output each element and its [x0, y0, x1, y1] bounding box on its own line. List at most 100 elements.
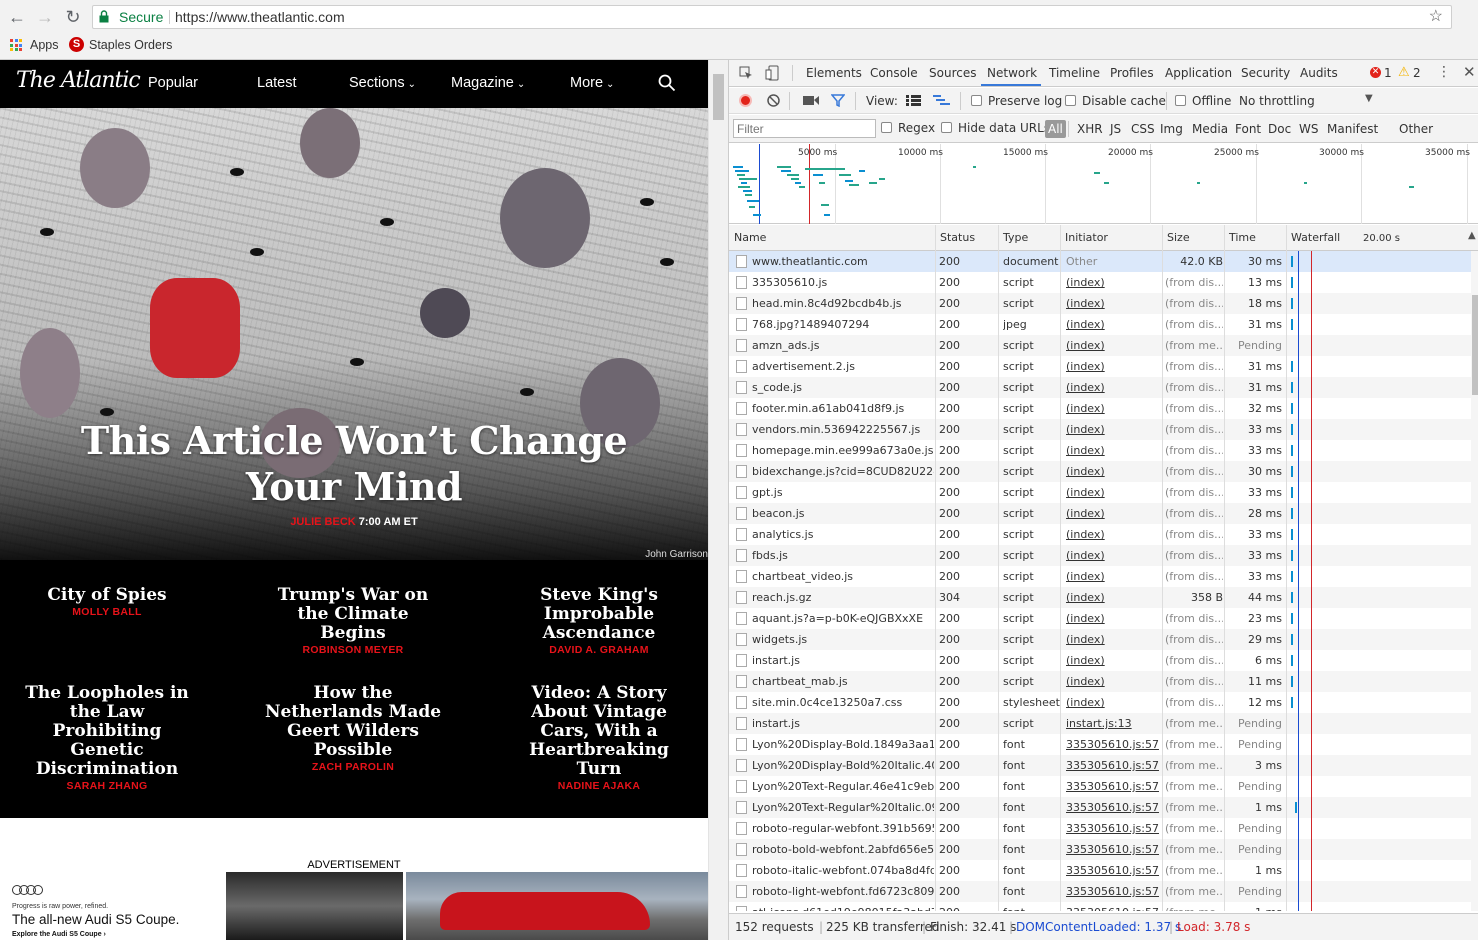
record-icon[interactable] [739, 94, 752, 107]
story-card[interactable]: How the Netherlands Made Geert Wilders P… [246, 684, 460, 774]
disable-cache-label[interactable]: Disable cache [1082, 94, 1166, 108]
waterfall-bar[interactable] [1291, 277, 1293, 288]
request-row[interactable]: roboto-italic-webfont.074ba8d4fda... 200 f… [729, 860, 1471, 881]
request-name[interactable]: advertisement.2.js [752, 356, 934, 377]
request-initiator[interactable]: 335305610.js:57 [1066, 881, 1162, 902]
request-row[interactable]: atl-icons.d61ed19e98015fa3abd7ab... 200 fo… [729, 902, 1471, 911]
story-title[interactable]: How the Netherlands Made Geert Wilders P… [246, 684, 460, 760]
hide-data-urls-checkbox[interactable] [941, 122, 952, 133]
request-name[interactable]: Lyon%20Text-Regular%20Italic.096... [752, 797, 934, 818]
request-row[interactable]: widgets.js 200 script (index) (from dis... 29… [729, 629, 1471, 650]
waterfall-bar[interactable] [1291, 319, 1293, 330]
request-initiator[interactable]: (index) [1066, 692, 1162, 713]
offline-label[interactable]: Offline [1192, 94, 1231, 108]
request-name[interactable]: chartbeat_mab.js [752, 671, 934, 692]
hero-headline[interactable]: This Article Won’t Change Your Mind [60, 418, 648, 510]
story-author[interactable]: ZACH PAROLIN [246, 761, 460, 773]
scrollbar-thumb[interactable] [1472, 295, 1478, 395]
search-icon[interactable] [658, 74, 676, 92]
filter-type-xhr[interactable]: XHR [1077, 122, 1103, 136]
filter-type-js[interactable]: JS [1110, 122, 1121, 136]
request-initiator[interactable]: (index) [1066, 314, 1162, 335]
request-row[interactable]: Lyon%20Text-Regular.46e41c9eb0d... 200 fon… [729, 776, 1471, 797]
waterfall-bar[interactable] [1291, 403, 1293, 414]
request-initiator[interactable]: (index) [1066, 419, 1162, 440]
preserve-log-checkbox[interactable] [971, 95, 982, 106]
request-name[interactable]: amzn_ads.js [752, 335, 934, 356]
request-name[interactable]: Lyon%20Display-Bold.1849a3aa1ae... [752, 734, 934, 755]
error-count[interactable]: 1 [1384, 66, 1392, 80]
sort-arrow-icon[interactable]: ▲ [1468, 230, 1476, 241]
request-initiator[interactable]: (index) [1066, 440, 1162, 461]
request-row[interactable]: analytics.js 200 script (index) (from dis...… [729, 524, 1471, 545]
request-initiator[interactable]: (index) [1066, 398, 1162, 419]
network-overview-timeline[interactable]: 5000 ms 10000 ms 15000 ms 20000 ms 25000… [729, 144, 1478, 224]
request-name[interactable]: head.min.8c4d92bcdb4b.js [752, 293, 934, 314]
column-size[interactable]: Size [1167, 231, 1190, 244]
disable-cache-checkbox[interactable] [1065, 95, 1076, 106]
story-author[interactable]: MOLLY BALL [0, 606, 214, 618]
address-bar[interactable]: Secure https://www.theatlantic.com ☆ [92, 5, 1452, 29]
request-initiator[interactable]: 335305610.js:57 [1066, 860, 1162, 881]
waterfall-bar[interactable] [1291, 676, 1293, 687]
request-name[interactable]: instart.js [752, 650, 934, 671]
request-name[interactable]: s_code.js [752, 377, 934, 398]
request-name[interactable]: 335305610.js [752, 272, 934, 293]
inspect-element-icon[interactable] [739, 66, 753, 80]
request-row[interactable]: Lyon%20Text-Regular%20Italic.096... 200 fo… [729, 797, 1471, 818]
request-row[interactable]: Lyon%20Display-Bold.1849a3aa1ae... 200 fon… [729, 734, 1471, 755]
warning-icon[interactable]: ⚠ [1398, 65, 1410, 80]
tab-sources[interactable]: Sources [929, 66, 976, 80]
tab-audits[interactable]: Audits [1300, 66, 1338, 80]
nav-popular[interactable]: Popular [148, 75, 198, 91]
story-card[interactable]: Steve King's Improbable Ascendance DAVID… [492, 586, 706, 657]
request-row[interactable]: homepage.min.ee999a673a0e.js 200 script (in… [729, 440, 1471, 461]
nav-more[interactable]: More ⌄ [570, 75, 614, 91]
waterfall-bar[interactable] [1291, 634, 1293, 645]
request-name[interactable]: site.min.0c4ce13250a7.css [752, 692, 934, 713]
waterfall-bar[interactable] [1291, 550, 1293, 561]
request-initiator[interactable]: 335305610.js:57 [1066, 755, 1162, 776]
request-initiator[interactable]: (index) [1066, 293, 1162, 314]
story-author[interactable]: DAVID A. GRAHAM [492, 644, 706, 656]
hero-author[interactable]: JULIE BECK [290, 516, 355, 528]
request-name[interactable]: aquant.js?a=p-b0K-eQJGBXxXE [752, 608, 934, 629]
request-row[interactable]: chartbeat_mab.js 200 script (index) (from di… [729, 671, 1471, 692]
nav-latest[interactable]: Latest [257, 75, 297, 91]
request-name[interactable]: 768.jpg?1489407294 [752, 314, 934, 335]
request-initiator[interactable]: 335305610.js:57 [1066, 797, 1162, 818]
filter-type-css[interactable]: CSS [1131, 122, 1155, 136]
nav-sections[interactable]: Sections ⌄ [349, 75, 416, 91]
waterfall-bar[interactable] [1291, 508, 1293, 519]
request-name[interactable]: fbds.js [752, 545, 934, 566]
request-name[interactable]: roboto-bold-webfont.2abfd656e53... [752, 839, 934, 860]
filter-type-ws[interactable]: WS [1299, 122, 1318, 136]
request-name[interactable]: homepage.min.ee999a673a0e.js [752, 440, 934, 461]
error-icon[interactable]: ✕ [1370, 67, 1381, 78]
site-logo[interactable]: The Atlantic [16, 68, 141, 93]
request-row[interactable]: 768.jpg?1489407294 200 jpeg (index) (from di… [729, 314, 1471, 335]
waterfall-bar[interactable] [1291, 487, 1293, 498]
column-waterfall[interactable]: Waterfall [1291, 231, 1340, 244]
request-name[interactable]: roboto-italic-webfont.074ba8d4fda... [752, 860, 934, 881]
capture-screenshots-icon[interactable] [803, 95, 819, 106]
request-row[interactable]: site.min.0c4ce13250a7.css 200 stylesheet (i… [729, 692, 1471, 713]
request-initiator[interactable]: instart.js:13 [1066, 713, 1162, 734]
request-name[interactable]: chartbeat_video.js [752, 566, 934, 587]
request-initiator[interactable]: (index) [1066, 503, 1162, 524]
request-row[interactable]: bidexchange.js?cid=8CUD82U22&v... 200 scri… [729, 461, 1471, 482]
request-row[interactable]: s_code.js 200 script (index) (from dis... 31 … [729, 377, 1471, 398]
throttling-dropdown-icon[interactable]: ▼ [1365, 93, 1373, 104]
bookmark-apps[interactable]: Apps [30, 37, 59, 53]
story-title[interactable]: City of Spies [0, 586, 214, 605]
request-row[interactable]: vendors.min.536942225567.js 200 script (ind… [729, 419, 1471, 440]
request-name[interactable]: footer.min.a61ab041d8f9.js [752, 398, 934, 419]
request-list-scrollbar[interactable] [1471, 251, 1478, 911]
filter-type-doc[interactable]: Doc [1268, 122, 1291, 136]
request-row[interactable]: fbds.js 200 script (index) (from dis... 33 ms [729, 545, 1471, 566]
hide-data-urls-label[interactable]: Hide data URLs [958, 121, 1050, 135]
filter-type-manifest[interactable]: Manifest [1327, 122, 1378, 136]
request-initiator[interactable]: (index) [1066, 650, 1162, 671]
story-author[interactable]: SARAH ZHANG [0, 780, 214, 792]
request-name[interactable]: instart.js [752, 713, 934, 734]
